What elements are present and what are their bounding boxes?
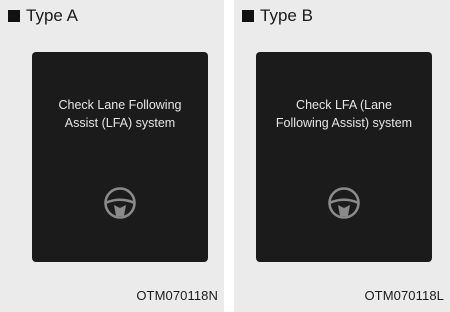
panel-type-a: Type A Check Lane Following Assist (LFA)… [0,0,224,312]
warning-message-line-1: Check LFA (Lane [296,98,392,112]
square-bullet-icon [8,9,20,22]
steering-wheel-icon [328,187,360,219]
figure-code: OTM070118L [364,288,444,303]
warning-message-line-2: Assist (LFA) system [64,116,176,130]
cluster-display: Check Lane Following Assist (LFA) system [32,52,208,262]
steering-wheel-icon [104,187,136,219]
panel-heading-label: Type B [260,6,313,25]
warning-message-line-2: Following Assist) system [275,116,413,130]
warning-message: Check Lane Following Assist (LFA) system [32,96,208,132]
figure-code: OTM070118N [136,288,218,303]
square-bullet-icon [242,9,254,22]
panel-heading: Type B [242,7,313,24]
panel-heading-label: Type A [26,6,78,25]
cluster-display: Check LFA (Lane Following Assist) system [256,52,432,262]
warning-message-line-1: Check Lane Following [58,98,182,112]
panel-heading: Type A [8,7,78,24]
warning-message: Check LFA (Lane Following Assist) system [256,96,432,132]
panel-type-b: Type B Check LFA (Lane Following Assist)… [234,0,450,312]
